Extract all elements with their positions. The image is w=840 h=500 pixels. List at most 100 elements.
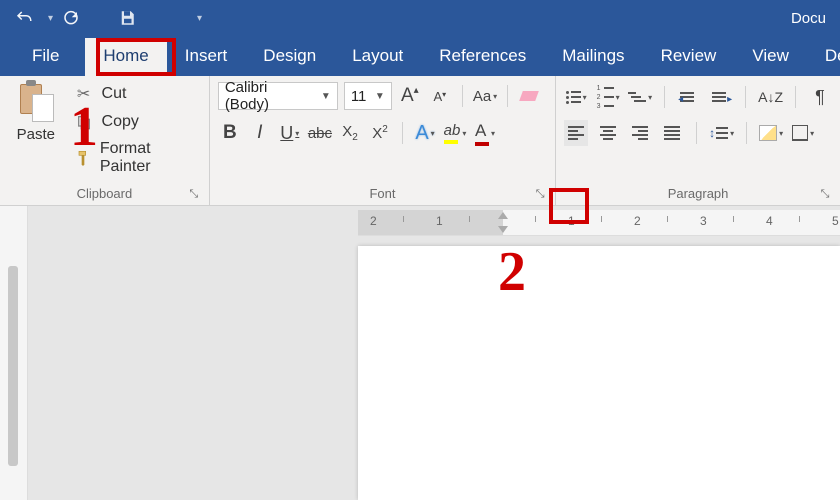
hruler-mark: 5 bbox=[832, 214, 839, 228]
hruler-mark: 4 bbox=[766, 214, 773, 228]
separator bbox=[402, 122, 403, 144]
tab-file[interactable]: File bbox=[10, 38, 85, 76]
cut-label: Cut bbox=[102, 85, 127, 103]
separator bbox=[664, 86, 665, 108]
copy-label: Copy bbox=[102, 113, 139, 131]
change-case-button[interactable]: Aa▾ bbox=[473, 83, 497, 109]
clipboard-launcher-icon[interactable]: ⤡ bbox=[187, 187, 201, 201]
text-effects-button[interactable]: A▾ bbox=[413, 120, 437, 146]
increase-indent-button[interactable]: ▸ bbox=[709, 84, 733, 110]
separator bbox=[746, 122, 747, 144]
hanging-indent-marker[interactable] bbox=[498, 226, 508, 233]
paragraph-launcher-icon[interactable]: ⤡ bbox=[818, 187, 832, 201]
chevron-down-icon: ▾ bbox=[462, 129, 466, 138]
group-paragraph: ▾ 1 2 3 ▾ ▾ bbox=[556, 76, 840, 205]
title-bar: ▾ ▾ Docu bbox=[0, 0, 840, 36]
pilcrow-icon: ¶ bbox=[815, 87, 825, 108]
scissors-icon: ✂ bbox=[74, 84, 94, 104]
multilevel-icon bbox=[628, 92, 646, 102]
sort-button[interactable]: A↓Z bbox=[758, 84, 783, 110]
qat-separator: ▾ bbox=[48, 13, 53, 24]
borders-icon bbox=[792, 125, 808, 141]
tab-review[interactable]: Review bbox=[643, 38, 735, 76]
subscript-icon: X2 bbox=[342, 123, 358, 143]
chevron-down-icon: ▼ bbox=[375, 91, 385, 102]
strikethrough-button[interactable]: abc bbox=[308, 120, 332, 146]
chevron-down-icon: ▾ bbox=[583, 93, 587, 102]
tab-view[interactable]: View bbox=[734, 38, 807, 76]
borders-button[interactable]: ▾ bbox=[791, 120, 815, 146]
decrease-indent-button[interactable]: ◂ bbox=[677, 84, 701, 110]
underline-button[interactable]: U▾ bbox=[278, 120, 302, 146]
hruler-mark: 1 bbox=[568, 214, 575, 228]
numbering-button[interactable]: 1 2 3 ▾ bbox=[596, 84, 620, 110]
italic-button[interactable]: I bbox=[248, 120, 272, 146]
grow-font-icon: A bbox=[401, 85, 414, 107]
qat-customize-icon[interactable]: ▾ bbox=[197, 13, 202, 24]
tab-references[interactable]: References bbox=[421, 38, 544, 76]
chevron-down-icon: ▾ bbox=[491, 129, 495, 138]
text-effects-icon: A bbox=[415, 122, 428, 145]
first-line-indent-marker[interactable] bbox=[498, 212, 508, 219]
shrink-font-button[interactable]: A▾ bbox=[428, 83, 452, 109]
align-right-button[interactable] bbox=[628, 120, 652, 146]
save-button[interactable] bbox=[113, 4, 141, 32]
copy-button[interactable]: Copy bbox=[70, 110, 201, 134]
chevron-down-icon: ▾ bbox=[431, 129, 435, 138]
align-center-icon bbox=[600, 126, 616, 140]
bold-icon: B bbox=[223, 122, 237, 144]
format-painter-label: Format Painter bbox=[100, 140, 197, 176]
chevron-down-icon: ▾ bbox=[810, 129, 814, 138]
increase-indent-icon: ▸ bbox=[712, 92, 730, 102]
grow-font-button[interactable]: A▴ bbox=[398, 83, 422, 109]
document-title: Docu bbox=[791, 10, 830, 27]
multilevel-list-button[interactable]: ▾ bbox=[628, 84, 652, 110]
font-size-combo[interactable]: 11 ▼ bbox=[344, 82, 392, 110]
vertical-scrollbar[interactable] bbox=[8, 266, 18, 466]
paste-icon bbox=[18, 82, 54, 122]
tab-design[interactable]: Design bbox=[245, 38, 334, 76]
subscript-button[interactable]: X2 bbox=[338, 120, 362, 146]
hruler-mark: 1 bbox=[436, 214, 443, 228]
hruler-mark: 2 bbox=[370, 214, 377, 228]
shading-button[interactable]: ▾ bbox=[759, 120, 783, 146]
font-color-button[interactable]: A▾ bbox=[473, 120, 497, 146]
bullets-icon bbox=[566, 91, 581, 104]
format-painter-button[interactable]: Format Painter bbox=[70, 138, 201, 178]
horizontal-ruler[interactable]: 2 1 1 2 3 4 5 bbox=[358, 210, 840, 236]
underline-icon: U bbox=[280, 123, 293, 144]
document-page[interactable] bbox=[358, 246, 840, 500]
superscript-icon: X2 bbox=[372, 124, 388, 142]
repeat-button[interactable] bbox=[57, 4, 85, 32]
highlight-icon: ab bbox=[444, 122, 461, 144]
font-launcher-icon[interactable]: ⤡ bbox=[533, 187, 547, 201]
font-name-combo[interactable]: Calibri (Body)▼ bbox=[218, 82, 338, 110]
cut-button[interactable]: ✂ Cut bbox=[70, 82, 201, 106]
justify-button[interactable] bbox=[660, 120, 684, 146]
tab-developer[interactable]: Deve bbox=[807, 38, 840, 76]
superscript-button[interactable]: X2 bbox=[368, 120, 392, 146]
font-name-value: Calibri (Body) bbox=[225, 79, 315, 113]
line-spacing-button[interactable]: ↕▾ bbox=[709, 120, 734, 146]
separator bbox=[745, 86, 746, 108]
separator bbox=[507, 85, 508, 107]
group-clipboard: Paste ✂ Cut Copy Format Painter bbox=[0, 76, 210, 205]
shrink-font-icon: A bbox=[433, 89, 442, 104]
bullets-button[interactable]: ▾ bbox=[564, 84, 588, 110]
undo-button[interactable] bbox=[10, 4, 38, 32]
align-left-button[interactable] bbox=[564, 120, 588, 146]
font-size-value: 11 bbox=[351, 88, 367, 105]
show-marks-button[interactable]: ¶ bbox=[808, 84, 832, 110]
clear-formatting-button[interactable] bbox=[518, 83, 542, 109]
hruler-mark: 2 bbox=[634, 214, 641, 228]
paste-button[interactable]: Paste bbox=[8, 80, 64, 184]
eraser-icon bbox=[519, 87, 541, 105]
tab-insert[interactable]: Insert bbox=[167, 38, 246, 76]
align-center-button[interactable] bbox=[596, 120, 620, 146]
tab-home[interactable]: Home bbox=[85, 38, 166, 76]
tab-layout[interactable]: Layout bbox=[334, 38, 421, 76]
bold-button[interactable]: B bbox=[218, 120, 242, 146]
chevron-down-icon: ▾ bbox=[493, 92, 497, 101]
highlight-button[interactable]: ab▾ bbox=[443, 120, 467, 146]
tab-mailings[interactable]: Mailings bbox=[544, 38, 642, 76]
